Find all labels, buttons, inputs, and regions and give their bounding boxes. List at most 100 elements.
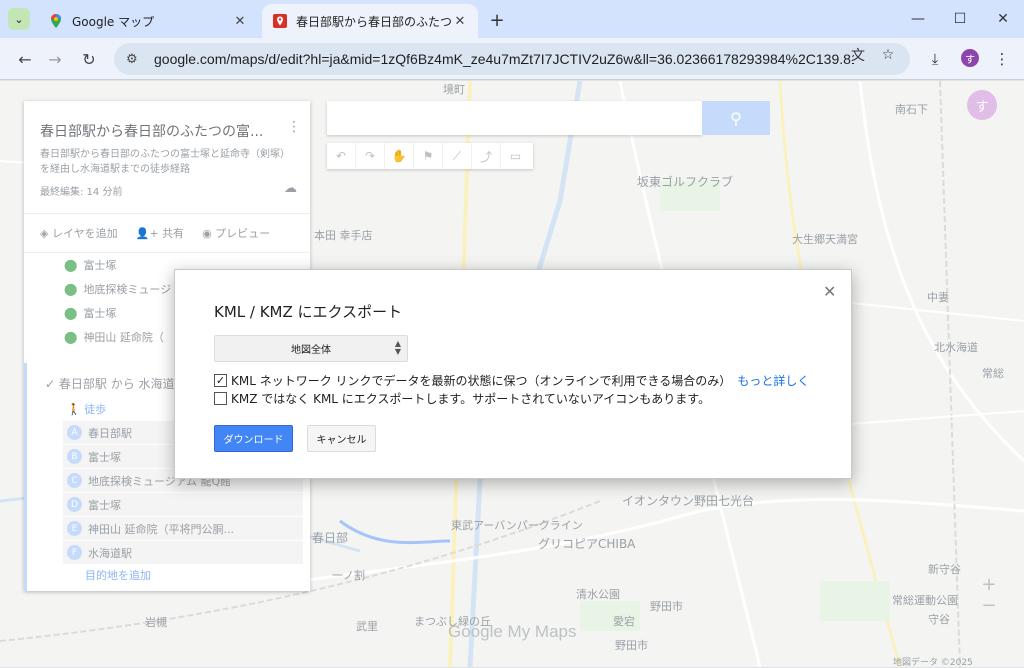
share-label: 共有 [162,227,185,240]
chevron-down-icon: ⌄ [14,12,24,26]
person-add-icon: 👤+ [135,227,163,240]
preview-label: プレビュー [215,227,271,240]
map-pin-icon: ⬤ [64,282,78,296]
tab-google-maps[interactable]: Google マップ ✕ [38,4,258,38]
map-label: 中妻 [927,291,949,304]
map-label: 岩槻 [145,616,167,629]
url-text[interactable]: google.com/maps/d/edit?hl=ja&mid=1zQf6Bz… [154,51,854,67]
hand-icon[interactable]: ✋ [385,143,414,169]
route-stop[interactable]: D 富士塚 [63,493,303,517]
route-stop[interactable]: F 水海道駅 [63,541,303,565]
bookmark-star-icon[interactable]: ☆ [878,45,898,65]
download-button[interactable]: ダウンロード [214,425,293,452]
kml-only-option: KMZ ではなく KML にエクスポートします。サポートされていないアイコンもあ… [214,390,710,406]
dialog-title: KML / KMZ にエクスポート [214,303,403,321]
cloud-saved-icon: ☁ [284,181,297,196]
list-item-label: 地底探検ミュージ [83,283,172,296]
map-label: 春日部 [312,531,349,545]
kml-only-checkbox[interactable] [214,391,227,405]
list-item-label: 神田山 延命院（ [83,331,164,344]
travel-mode[interactable]: 🚶 徒歩 [67,401,106,417]
reload-icon[interactable]: ↻ [78,48,100,70]
map-label: 南石下 [895,103,928,116]
map-data-attribution: 地図データ ©2025 [893,658,973,668]
preview-button[interactable]: ◉ プレビュー [202,225,270,241]
search-icon: ⚲ [730,108,742,128]
select-arrows-icon: ▲ ▼ [394,339,401,356]
tab-close-icon[interactable]: ✕ [452,14,468,29]
new-tab-button[interactable]: + [486,9,508,31]
map-search-input[interactable] [327,101,702,135]
map-label: 北水海道 [934,341,978,354]
walking-icon: 🚶 [67,403,85,416]
learn-more-link[interactable]: もっと詳しく [737,372,809,389]
map-label: 本田 幸手店 [314,229,373,242]
forward-arrow-icon[interactable]: → [44,48,66,70]
add-layer-button[interactable]: ◈ レイヤを追加 [40,225,118,241]
stop-name: 富士塚 [88,498,121,512]
cancel-button[interactable]: キャンセル [307,425,376,452]
map-label: 清水公園 [576,588,620,601]
site-info-icon[interactable]: ⚙ [126,52,144,67]
map-toolbar: ↶ ↷ ✋ ⚑ ⟋ ⤴ ▭ [327,143,533,169]
tab-close-icon[interactable]: ✕ [232,14,248,29]
map-description[interactable]: 春日部駅から春日部のふたつの富士塚と延命寺（剣塚）を経由し水海道駅までの徒歩経路 [40,147,296,177]
map-title[interactable]: 春日部駅から春日部のふたつの富... [40,121,276,141]
directions-icon[interactable]: ⤴ [472,143,501,169]
profile-avatar[interactable]: す [961,49,979,67]
travel-mode-label: 徒歩 [84,403,107,416]
more-options-icon[interactable]: ⋮ [286,119,302,135]
kebab-menu-icon[interactable]: ⋮ [991,48,1013,70]
map-pin-icon: ⬤ [64,258,78,272]
close-window-button[interactable]: ✕ [991,8,1015,30]
layers-icon: ◈ [40,227,52,240]
list-item-label: 富士塚 [83,307,117,320]
map-label: 東武アーバンパークライン [451,519,583,532]
eye-icon: ◉ [202,227,216,240]
kml-export-dialog: KML / KMZ にエクスポート ✕ 地図全体 ▲ ▼ ✓ KML ネットワーク… [174,269,852,479]
undo-icon[interactable]: ↶ [327,143,356,169]
route-title[interactable]: ✓ 春日部駅 から 水海道 [45,375,175,392]
redo-icon[interactable]: ↷ [356,143,385,169]
check-icon[interactable]: ✓ [45,377,59,391]
map-pin-icon: ⬤ [64,306,78,320]
stop-name: 水海道駅 [88,546,132,560]
map-label: 守谷 [928,613,950,626]
add-marker-icon[interactable]: ⚑ [414,143,443,169]
stop-name: 神田山 延命院（平将門公胴... [88,522,234,536]
network-link-checkbox[interactable]: ✓ [214,373,227,387]
maximize-button[interactable]: ☐ [948,8,972,30]
translate-icon[interactable]: 文 [848,45,868,65]
map-label: 野田市 [615,639,648,652]
network-link-option: ✓ KML ネットワーク リンクでデータを最新の状態に保つ（オンラインで利用でき… [214,372,809,388]
address-bar[interactable]: ⚙ google.com/maps/d/edit?hl=ja&mid=1zQf6… [114,43,910,75]
map-label: 愛宕 [613,615,635,628]
download-icon[interactable]: ⤓ [924,48,946,70]
draw-line-icon[interactable]: ⟋ [443,143,472,169]
map-label: イオンタウン野田七光台 [622,494,755,508]
close-icon[interactable]: ✕ [823,282,836,301]
back-arrow-icon[interactable]: ← [14,48,36,70]
map-label: 境町 [443,83,465,96]
stop-letter: D [67,497,82,512]
kml-only-label: KMZ ではなく KML にエクスポートします。サポートされていないアイコンもあ… [231,391,711,406]
ruler-icon[interactable]: ▭ [501,143,530,169]
zoom-in-button[interactable]: + [981,574,996,595]
stop-letter: B [67,449,82,464]
export-scope-value: 地図全体 [291,345,331,356]
minimize-button[interactable]: — [906,8,930,30]
map-label: 新守谷 [928,563,961,576]
tab-mymaps[interactable]: 春日部駅から春日部のふたつの富士 ✕ [262,4,478,38]
zoom-out-button[interactable]: − [981,595,996,616]
account-avatar[interactable]: す [967,90,997,120]
route-stop[interactable]: E 神田山 延命院（平将門公胴... [63,517,303,541]
add-layer-label: レイヤを追加 [51,227,118,240]
add-destination-link[interactable]: 目的地を追加 [85,567,151,583]
share-button[interactable]: 👤+ 共有 [136,225,184,241]
map-label: 坂東ゴルフクラブ [637,175,734,189]
map-label: 野田市 [650,600,683,613]
search-button[interactable]: ⚲ [702,101,770,135]
export-scope-select[interactable]: 地図全体 ▲ ▼ [214,335,408,362]
list-item-label: 富士塚 [83,259,117,272]
tab-search-button[interactable]: ⌄ [8,8,30,30]
